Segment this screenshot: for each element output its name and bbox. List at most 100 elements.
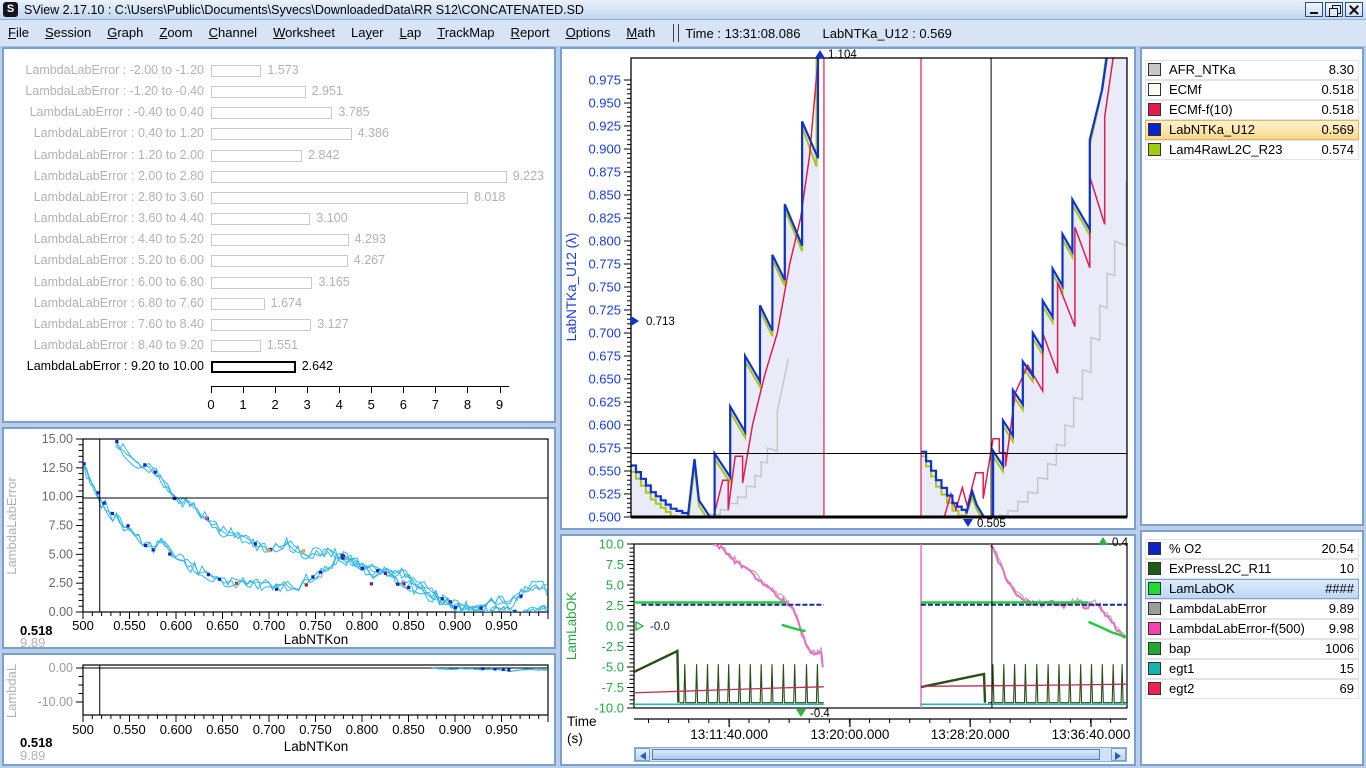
mini-plot-svg: 0.00-10.005000.5500.6000.6500.7000.7500.… [4, 655, 554, 764]
menu-item-file[interactable]: File [0, 23, 37, 43]
scatter-marker [479, 606, 482, 609]
main-chart-panel[interactable]: 0.5000.5250.5500.5750.6000.6250.6500.675… [560, 47, 1136, 530]
channel-value: 0.569 [1321, 122, 1354, 137]
main-min-marker-icon [963, 519, 973, 527]
mini-xtick-label: 0.550 [113, 722, 146, 737]
mini-xtick-label: 0.650 [206, 722, 239, 737]
histogram-axis-tick-label: 1 [233, 397, 253, 412]
channel-value: 9.98 [1329, 621, 1354, 636]
menu-item-lap[interactable]: Lap [392, 23, 430, 43]
menu-item-options[interactable]: Options [558, 23, 619, 43]
channel-row[interactable]: AFR_NTKa 8.30 [1145, 60, 1359, 80]
mini-y-axis-title: LambdaL [4, 664, 19, 718]
close-button[interactable] [1345, 2, 1363, 17]
histogram-bar[interactable] [211, 150, 302, 162]
minimize-button[interactable] [1305, 2, 1323, 17]
menu-item-report[interactable]: Report [503, 23, 558, 43]
histogram-axis-tick-label: 4 [329, 397, 349, 412]
histogram-bar[interactable] [211, 234, 349, 246]
histogram-bar[interactable] [211, 171, 507, 183]
menu-item-math[interactable]: Math [618, 23, 663, 43]
mini-xtick-label: 0.800 [346, 722, 379, 737]
histogram-row-label: LambdaLabError : 8.40 to 9.20 [4, 338, 204, 352]
histogram-row-label: LambdaLabError : 6.80 to 7.60 [4, 296, 204, 310]
channel-list-top-panel[interactable]: AFR_NTKa 8.30 ECMf0.518ECMf-f(10)0.518LabN… [1140, 47, 1364, 526]
histogram-row-label: LambdaLabError : -0.40 to 0.40 [4, 105, 204, 119]
channel-row[interactable]: ECMf0.518 [1145, 80, 1359, 100]
channel-row[interactable]: ECMf-f(10)0.518 [1145, 100, 1359, 120]
channel-value: #### [1325, 581, 1354, 596]
bottom-chart-panel[interactable]: Time (s) -10.0-7.5-5.0-2.50.02.55.07.510… [560, 534, 1136, 766]
status-time: Time : 13:31:08.086 [685, 26, 800, 41]
restore-button[interactable] [1325, 2, 1343, 17]
channel-row[interactable]: egt115 [1145, 659, 1359, 679]
channel-color-swatch [1148, 103, 1161, 116]
channel-row[interactable]: bap1006 [1145, 639, 1359, 659]
histogram-bar[interactable] [211, 361, 296, 373]
histogram-axis-tick-label: 7 [425, 397, 445, 412]
histogram-bar-value: 2.842 [308, 148, 339, 162]
scatter-accent-marker [268, 549, 271, 552]
channel-color-swatch [1148, 582, 1161, 595]
mini-plot-panel[interactable]: 0.00-10.005000.5500.6000.6500.7000.7500.… [2, 653, 556, 766]
histogram-bar[interactable] [211, 319, 311, 331]
scatter-ytick-label: 7.50 [49, 519, 73, 533]
menu-item-worksheet[interactable]: Worksheet [265, 23, 343, 43]
histogram-bar[interactable] [211, 340, 261, 352]
channel-row[interactable]: Lam4RawL2C_R230.574 [1145, 140, 1359, 160]
menu-item-trackmap[interactable]: TrackMap [429, 23, 502, 43]
bottom-top-marker-icon [1098, 537, 1108, 545]
menu-item-graph[interactable]: Graph [99, 23, 151, 43]
main-max-marker-value: 1.104 [828, 49, 857, 61]
histogram-bar[interactable] [211, 298, 265, 310]
histogram-bar[interactable] [211, 86, 306, 98]
scatter-marker [519, 594, 522, 597]
channel-row[interactable]: ExPressL2C_R1110 [1145, 559, 1359, 579]
histogram-bar[interactable] [211, 213, 310, 225]
mini-xtick-label: 0.600 [160, 722, 193, 737]
histogram-bar[interactable] [211, 255, 348, 267]
bottom-top-marker-value: 0.4 [1112, 537, 1129, 549]
scatter-xtick-label: 0.750 [299, 618, 332, 633]
scatter-marker [168, 552, 171, 555]
menu-item-session[interactable]: Session [37, 23, 99, 43]
scatter-plot-panel[interactable]: 0.002.505.007.5010.0012.5015.005000.5500… [2, 427, 556, 649]
histogram-bar[interactable] [211, 107, 332, 119]
histogram-bar[interactable] [211, 65, 261, 77]
scatter-marker [376, 569, 379, 572]
channel-name: AFR_NTKa [1169, 62, 1235, 77]
histogram-row-label: LambdaLabError : 3.60 to 4.40 [4, 211, 204, 225]
mini-xtick-label: 0.900 [439, 722, 472, 737]
bottom-ytick-label: -2.5 [602, 639, 624, 654]
channel-name: ExPressL2C_R11 [1169, 561, 1271, 576]
histogram-bar[interactable] [211, 277, 312, 289]
channel-row[interactable]: % O220.54 [1145, 539, 1359, 559]
channel-value: 8.30 [1329, 62, 1354, 77]
histogram-bar[interactable] [211, 192, 468, 204]
scatter-marker [96, 491, 99, 494]
histogram-axis-tick-label: 8 [457, 397, 477, 412]
channel-row[interactable]: egt269 [1145, 679, 1359, 699]
time-tick-label: 13:28:20.000 [931, 727, 1010, 742]
channel-row[interactable]: LabNTKa_U120.569 [1145, 120, 1359, 140]
scatter-accent-marker [402, 582, 405, 585]
scatter-marker [115, 440, 118, 443]
mini-ytick-label: -10.00 [38, 695, 73, 709]
histogram-axis-tick-label: 0 [201, 397, 221, 412]
histogram-bar-value: 4.386 [358, 126, 389, 140]
menu-item-layer[interactable]: Layer [343, 23, 392, 43]
channel-list-bottom-panel[interactable]: % O220.54ExPressL2C_R1110LamLabOK####Lam… [1140, 530, 1364, 766]
channel-row[interactable]: LambdaLabError9.89 [1145, 599, 1359, 619]
main-ytick-label: 0.875 [588, 165, 621, 180]
menu-item-channel[interactable]: Channel [201, 23, 265, 43]
main-chart-data [631, 49, 1127, 528]
menu-item-zoom[interactable]: Zoom [151, 23, 200, 43]
channel-row[interactable]: LamLabOK#### [1145, 579, 1359, 599]
mini-xtick-label: 0.750 [299, 722, 332, 737]
histogram-panel[interactable]: LambdaLabError : -2.00 to -1.201.573Lamb… [2, 47, 556, 423]
histogram-bar-value: 3.785 [338, 105, 369, 119]
channel-value: 15 [1340, 661, 1354, 676]
title-bar: S SView 2.17.10 : C:\Users\Public\Docume… [0, 0, 1366, 20]
channel-row[interactable]: LambdaLabError-f(500)9.98 [1145, 619, 1359, 639]
histogram-bar[interactable] [211, 128, 352, 140]
